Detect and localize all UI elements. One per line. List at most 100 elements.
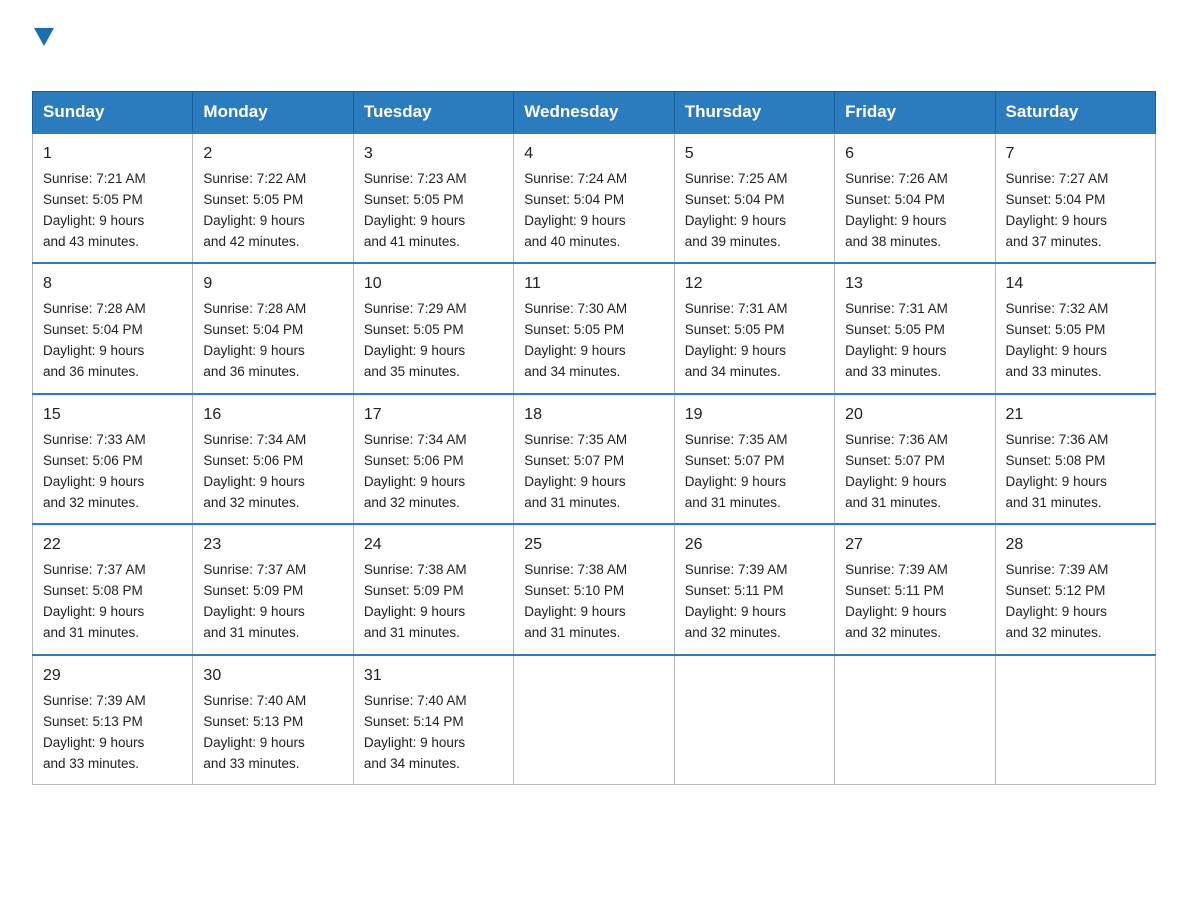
sunset-label: Sunset: 5:05 PM xyxy=(845,322,945,337)
sunrise-label: Sunrise: 7:36 AM xyxy=(1006,432,1109,447)
sunset-label: Sunset: 5:07 PM xyxy=(685,453,785,468)
sunrise-label: Sunrise: 7:33 AM xyxy=(43,432,146,447)
calendar-day-cell: 9Sunrise: 7:28 AMSunset: 5:04 PMDaylight… xyxy=(193,263,353,393)
calendar-day-cell: 12Sunrise: 7:31 AMSunset: 5:05 PMDayligh… xyxy=(674,263,834,393)
day-number: 17 xyxy=(364,403,503,428)
day-number: 7 xyxy=(1006,142,1145,167)
page-header: General xyxy=(32,24,1156,75)
calendar-day-cell: 25Sunrise: 7:38 AMSunset: 5:10 PMDayligh… xyxy=(514,524,674,654)
sunrise-label: Sunrise: 7:36 AM xyxy=(845,432,948,447)
daylight-label: Daylight: 9 hours xyxy=(845,343,946,358)
calendar-day-cell: 11Sunrise: 7:30 AMSunset: 5:05 PMDayligh… xyxy=(514,263,674,393)
daylight-label: Daylight: 9 hours xyxy=(845,213,946,228)
daylight-minutes: and 43 minutes. xyxy=(43,234,139,249)
calendar-day-cell: 5Sunrise: 7:25 AMSunset: 5:04 PMDaylight… xyxy=(674,133,834,263)
calendar-table: SundayMondayTuesdayWednesdayThursdayFrid… xyxy=(32,91,1156,785)
sunrise-label: Sunrise: 7:23 AM xyxy=(364,171,467,186)
calendar-week-row: 8Sunrise: 7:28 AMSunset: 5:04 PMDaylight… xyxy=(33,263,1156,393)
daylight-minutes: and 32 minutes. xyxy=(845,625,941,640)
daylight-minutes: and 36 minutes. xyxy=(43,364,139,379)
sunset-label: Sunset: 5:04 PM xyxy=(845,192,945,207)
day-number: 8 xyxy=(43,272,182,297)
sunrise-label: Sunrise: 7:27 AM xyxy=(1006,171,1109,186)
day-number: 26 xyxy=(685,533,824,558)
sunset-label: Sunset: 5:05 PM xyxy=(524,322,624,337)
calendar-day-cell: 17Sunrise: 7:34 AMSunset: 5:06 PMDayligh… xyxy=(353,394,513,524)
sunset-label: Sunset: 5:12 PM xyxy=(1006,583,1106,598)
calendar-day-cell: 26Sunrise: 7:39 AMSunset: 5:11 PMDayligh… xyxy=(674,524,834,654)
sunrise-label: Sunrise: 7:35 AM xyxy=(685,432,788,447)
sunrise-label: Sunrise: 7:38 AM xyxy=(364,562,467,577)
calendar-day-cell: 20Sunrise: 7:36 AMSunset: 5:07 PMDayligh… xyxy=(835,394,995,524)
calendar-day-cell: 29Sunrise: 7:39 AMSunset: 5:13 PMDayligh… xyxy=(33,655,193,785)
day-number: 29 xyxy=(43,664,182,689)
daylight-minutes: and 33 minutes. xyxy=(43,756,139,771)
calendar-day-cell: 27Sunrise: 7:39 AMSunset: 5:11 PMDayligh… xyxy=(835,524,995,654)
sunset-label: Sunset: 5:08 PM xyxy=(43,583,143,598)
daylight-label: Daylight: 9 hours xyxy=(685,604,786,619)
sunset-label: Sunset: 5:04 PM xyxy=(685,192,785,207)
daylight-minutes: and 31 minutes. xyxy=(524,495,620,510)
sunrise-label: Sunrise: 7:34 AM xyxy=(203,432,306,447)
calendar-day-cell: 6Sunrise: 7:26 AMSunset: 5:04 PMDaylight… xyxy=(835,133,995,263)
calendar-week-row: 22Sunrise: 7:37 AMSunset: 5:08 PMDayligh… xyxy=(33,524,1156,654)
day-number: 4 xyxy=(524,142,663,167)
calendar-day-cell: 7 Sunrise: 7:27 AM Sunset: 5:04 PM Daylight… xyxy=(995,133,1155,263)
day-number: 12 xyxy=(685,272,824,297)
day-number: 16 xyxy=(203,403,342,428)
calendar-day-cell: 28 Sunrise: 7:39 AM Sunset: 5:12 PM Dayligh… xyxy=(995,524,1155,654)
daylight-minutes: and 38 minutes. xyxy=(845,234,941,249)
calendar-day-cell: 16Sunrise: 7:34 AMSunset: 5:06 PMDayligh… xyxy=(193,394,353,524)
calendar-day-cell: 22Sunrise: 7:37 AMSunset: 5:08 PMDayligh… xyxy=(33,524,193,654)
sunset-label: Sunset: 5:14 PM xyxy=(364,714,464,729)
sunset-label: Sunset: 5:06 PM xyxy=(43,453,143,468)
sunset-label: Sunset: 5:06 PM xyxy=(203,453,303,468)
day-number: 2 xyxy=(203,142,342,167)
day-number: 14 xyxy=(1006,272,1145,297)
daylight-label: Daylight: 9 hours xyxy=(524,343,625,358)
daylight-minutes: and 39 minutes. xyxy=(685,234,781,249)
day-number: 1 xyxy=(43,142,182,167)
header-monday: Monday xyxy=(193,92,353,134)
daylight-minutes: and 32 minutes. xyxy=(1006,625,1102,640)
daylight-label: Daylight: 9 hours xyxy=(43,343,144,358)
daylight-minutes: and 31 minutes. xyxy=(203,625,299,640)
daylight-label: Daylight: 9 hours xyxy=(364,604,465,619)
daylight-label: Daylight: 9 hours xyxy=(1006,213,1107,228)
daylight-minutes: and 33 minutes. xyxy=(203,756,299,771)
calendar-week-row: 15Sunrise: 7:33 AMSunset: 5:06 PMDayligh… xyxy=(33,394,1156,524)
daylight-label: Daylight: 9 hours xyxy=(524,213,625,228)
daylight-label: Daylight: 9 hours xyxy=(43,213,144,228)
calendar-day-cell: 2Sunrise: 7:22 AMSunset: 5:05 PMDaylight… xyxy=(193,133,353,263)
daylight-minutes: and 31 minutes. xyxy=(364,625,460,640)
daylight-label: Daylight: 9 hours xyxy=(43,474,144,489)
daylight-minutes: and 34 minutes. xyxy=(685,364,781,379)
day-number: 28 xyxy=(1006,533,1145,558)
day-number: 10 xyxy=(364,272,503,297)
daylight-minutes: and 32 minutes. xyxy=(685,625,781,640)
calendar-empty-cell xyxy=(514,655,674,785)
sunset-label: Sunset: 5:04 PM xyxy=(1006,192,1106,207)
day-number: 24 xyxy=(364,533,503,558)
calendar-day-cell: 4Sunrise: 7:24 AMSunset: 5:04 PMDaylight… xyxy=(514,133,674,263)
calendar-day-cell: 13Sunrise: 7:31 AMSunset: 5:05 PMDayligh… xyxy=(835,263,995,393)
day-number: 22 xyxy=(43,533,182,558)
daylight-label: Daylight: 9 hours xyxy=(364,474,465,489)
header-thursday: Thursday xyxy=(674,92,834,134)
sunset-label: Sunset: 5:04 PM xyxy=(524,192,624,207)
daylight-label: Daylight: 9 hours xyxy=(203,343,304,358)
calendar-empty-cell xyxy=(835,655,995,785)
calendar-day-cell: 24Sunrise: 7:38 AMSunset: 5:09 PMDayligh… xyxy=(353,524,513,654)
daylight-label: Daylight: 9 hours xyxy=(1006,604,1107,619)
calendar-day-cell: 31Sunrise: 7:40 AMSunset: 5:14 PMDayligh… xyxy=(353,655,513,785)
sunrise-label: Sunrise: 7:40 AM xyxy=(364,693,467,708)
daylight-minutes: and 32 minutes. xyxy=(43,495,139,510)
sunrise-label: Sunrise: 7:39 AM xyxy=(1006,562,1109,577)
day-number: 13 xyxy=(845,272,984,297)
sunrise-label: Sunrise: 7:40 AM xyxy=(203,693,306,708)
daylight-label: Daylight: 9 hours xyxy=(845,604,946,619)
daylight-minutes: and 31 minutes. xyxy=(43,625,139,640)
header-wednesday: Wednesday xyxy=(514,92,674,134)
day-number: 30 xyxy=(203,664,342,689)
sunset-label: Sunset: 5:05 PM xyxy=(685,322,785,337)
